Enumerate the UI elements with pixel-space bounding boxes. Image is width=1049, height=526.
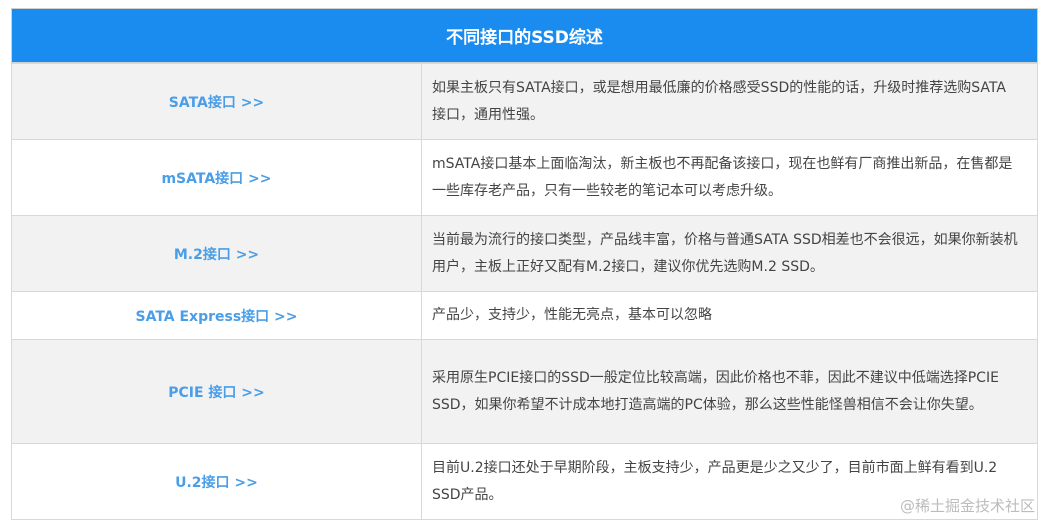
row-key-cell: M.2接口 >> <box>11 215 422 292</box>
row-key-cell: mSATA接口 >> <box>11 139 422 216</box>
watermark: @稀土掘金技术社区 <box>899 497 1035 515</box>
ssd-summary-table-container: 不同接口的SSD综述 SATA接口 >> 如果主板只有SATA接口，或是想用最低… <box>11 8 1038 520</box>
row-desc-cell: 采用原生PCIE接口的SSD一般定位比较高端，因此价格也不菲，因此不建议中低端选… <box>421 339 1038 444</box>
interface-link-msata[interactable]: mSATA接口 >> <box>161 171 271 187</box>
interface-link-sata-express[interactable]: SATA Express接口 >> <box>135 309 297 325</box>
row-key-cell: SATA接口 >> <box>11 63 422 140</box>
interface-link-m2[interactable]: M.2接口 >> <box>174 247 259 263</box>
row-desc-cell: mSATA接口基本上面临淘汰，新主板也不再配备该接口，现在也鲜有厂商推出新品，在… <box>421 139 1038 216</box>
row-desc-cell: 产品少，支持少，性能无亮点，基本可以忽略 <box>421 291 1038 340</box>
interface-link-pcie[interactable]: PCIE 接口 >> <box>168 385 265 401</box>
table-row: U.2接口 >> 目前U.2接口还处于早期阶段，主板支持少，产品更是少之又少了，… <box>11 443 1038 520</box>
row-key-cell: SATA Express接口 >> <box>11 291 422 340</box>
row-key-cell: U.2接口 >> <box>11 443 422 520</box>
table-row: SATA接口 >> 如果主板只有SATA接口，或是想用最低廉的价格感受SSD的性… <box>11 63 1038 140</box>
table-row: SATA Express接口 >> 产品少，支持少，性能无亮点，基本可以忽略 <box>11 291 1038 340</box>
table-row: M.2接口 >> 当前最为流行的接口类型，产品线丰富，价格与普通SATA SSD… <box>11 215 1038 292</box>
table-title: 不同接口的SSD综述 <box>11 8 1038 63</box>
interface-link-sata[interactable]: SATA接口 >> <box>169 95 264 111</box>
ssd-summary-table: SATA接口 >> 如果主板只有SATA接口，或是想用最低廉的价格感受SSD的性… <box>11 63 1038 520</box>
interface-link-u2[interactable]: U.2接口 >> <box>175 475 258 491</box>
row-key-cell: PCIE 接口 >> <box>11 339 422 444</box>
table-row: PCIE 接口 >> 采用原生PCIE接口的SSD一般定位比较高端，因此价格也不… <box>11 339 1038 444</box>
table-row: mSATA接口 >> mSATA接口基本上面临淘汰，新主板也不再配备该接口，现在… <box>11 139 1038 216</box>
row-desc-cell: 当前最为流行的接口类型，产品线丰富，价格与普通SATA SSD相差也不会很远，如… <box>421 215 1038 292</box>
row-desc-cell: 如果主板只有SATA接口，或是想用最低廉的价格感受SSD的性能的话，升级时推荐选… <box>421 63 1038 140</box>
